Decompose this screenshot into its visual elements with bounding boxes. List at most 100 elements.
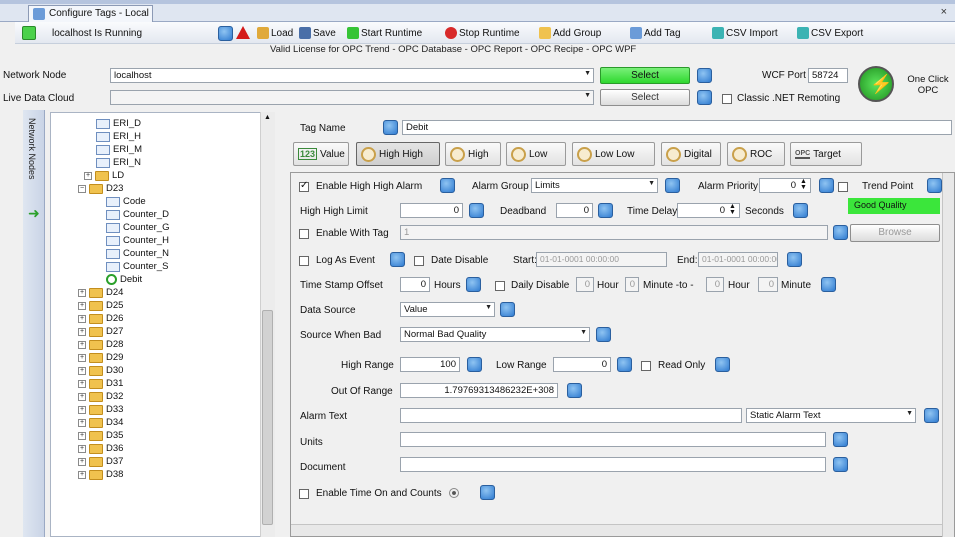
help-icon[interactable]: [469, 203, 484, 218]
tree-item[interactable]: + D33: [78, 404, 123, 415]
spin-icon[interactable]: ▲ ▼: [729, 203, 736, 216]
tree-item-selected[interactable]: Debit: [106, 274, 142, 285]
tab-target[interactable]: OPC Target: [790, 142, 862, 166]
expand-icon[interactable]: +: [78, 288, 86, 297]
time-on-radio[interactable]: [449, 488, 459, 498]
classic-remoting-checkbox[interactable]: [722, 94, 732, 104]
tree-item[interactable]: + D24: [78, 287, 123, 298]
add-group-button[interactable]: Add Group: [537, 25, 603, 41]
panel-vertical-scrollbar[interactable]: [942, 173, 954, 537]
tab-high-high[interactable]: High High: [356, 142, 440, 166]
read-only-checkbox[interactable]: [641, 361, 651, 371]
help-icon[interactable]: [500, 302, 515, 317]
help-icon[interactable]: [833, 457, 848, 472]
help-icon[interactable]: [697, 68, 712, 83]
tree-item[interactable]: ERI_D: [96, 118, 141, 129]
tag-name-input[interactable]: Debit: [402, 120, 952, 135]
tree-item[interactable]: Counter_H: [106, 235, 169, 246]
help-icon[interactable]: [833, 432, 848, 447]
load-button[interactable]: Load: [255, 25, 295, 41]
expand-icon[interactable]: +: [78, 405, 86, 414]
expand-icon[interactable]: +: [78, 418, 86, 427]
data-source-select[interactable]: Value: [400, 302, 495, 317]
tree-item[interactable]: Counter_G: [106, 222, 169, 233]
add-tag-button[interactable]: Add Tag: [628, 25, 683, 41]
help-icon[interactable]: [793, 203, 808, 218]
help-icon[interactable]: [567, 383, 582, 398]
help-icon[interactable]: [821, 277, 836, 292]
tree-item[interactable]: + LD: [84, 170, 124, 181]
hh-limit-input[interactable]: 0: [400, 203, 463, 218]
tree-item[interactable]: Counter_D: [106, 209, 169, 220]
document-input[interactable]: [400, 457, 826, 472]
date-disable-checkbox[interactable]: [414, 256, 424, 266]
tree-item[interactable]: − D23: [78, 183, 123, 194]
log-as-event-checkbox[interactable]: [299, 256, 309, 266]
enable-with-tag-input[interactable]: 1: [400, 225, 828, 240]
tree-item[interactable]: Counter_N: [106, 248, 169, 259]
tree-item[interactable]: + D31: [78, 378, 123, 389]
enable-hh-alarm-checkbox[interactable]: [299, 180, 309, 192]
live-data-cloud-select[interactable]: [110, 90, 594, 105]
help-icon[interactable]: [466, 277, 481, 292]
help-icon[interactable]: [218, 26, 233, 41]
tree-item[interactable]: + D38: [78, 469, 123, 480]
tab-digital[interactable]: Digital: [661, 142, 721, 166]
arrow-icon[interactable]: ➜: [28, 205, 40, 222]
tree-item[interactable]: Code: [106, 196, 146, 207]
low-range-input[interactable]: 0: [553, 357, 611, 372]
start-runtime-button[interactable]: Start Runtime: [345, 25, 424, 41]
daily-disable-checkbox[interactable]: [495, 281, 505, 291]
help-icon[interactable]: [617, 357, 632, 372]
alarm-group-select[interactable]: Limits: [531, 178, 658, 193]
tree-item[interactable]: + D26: [78, 313, 123, 324]
tab-low[interactable]: Low: [506, 142, 566, 166]
one-click-opc-icon[interactable]: ⚡: [858, 66, 894, 102]
tree-item[interactable]: + D36: [78, 443, 123, 454]
dd-minute-from-input[interactable]: 0: [625, 277, 639, 292]
end-date-input[interactable]: 01-01-0001 00:00:00: [698, 252, 778, 267]
deadband-input[interactable]: 0: [556, 203, 593, 218]
enable-time-on-checkbox[interactable]: [299, 489, 309, 499]
help-icon[interactable]: [715, 357, 730, 372]
tab-low-low[interactable]: Low Low: [572, 142, 655, 166]
help-icon[interactable]: [480, 485, 495, 500]
tree-item[interactable]: ERI_H: [96, 131, 141, 142]
help-icon[interactable]: [390, 252, 405, 267]
tree-item[interactable]: + D34: [78, 417, 123, 428]
expand-icon[interactable]: +: [78, 457, 86, 466]
alarm-text-mode-select[interactable]: Static Alarm Text: [746, 408, 916, 423]
help-icon[interactable]: [467, 357, 482, 372]
save-button[interactable]: Save: [297, 25, 338, 41]
browse-button[interactable]: Browse: [850, 224, 940, 242]
expand-icon[interactable]: +: [78, 314, 86, 323]
expand-icon[interactable]: +: [78, 444, 86, 453]
expand-icon[interactable]: +: [78, 470, 86, 479]
expand-icon[interactable]: +: [78, 340, 86, 349]
expand-icon[interactable]: +: [78, 353, 86, 362]
network-select-button[interactable]: Select: [600, 67, 690, 84]
tab-configure-tags[interactable]: Configure Tags - Local: [28, 5, 153, 22]
tree-item[interactable]: + D27: [78, 326, 123, 337]
help-icon[interactable]: [819, 178, 834, 193]
dd-hour-from-input[interactable]: 0: [576, 277, 594, 292]
expand-icon[interactable]: +: [78, 392, 86, 401]
csv-import-button[interactable]: CSV Import: [710, 25, 780, 41]
dd-minute-to-input[interactable]: 0: [758, 277, 778, 292]
high-range-input[interactable]: 100: [400, 357, 460, 372]
tree-item[interactable]: ERI_M: [96, 144, 142, 155]
tree-item[interactable]: + D29: [78, 352, 123, 363]
tree-item[interactable]: Counter_S: [106, 261, 168, 272]
expand-icon[interactable]: +: [78, 379, 86, 388]
dd-hour-to-input[interactable]: 0: [706, 277, 724, 292]
wcf-port-input[interactable]: 58724: [808, 68, 848, 83]
close-icon[interactable]: ×: [941, 6, 947, 18]
expand-icon[interactable]: +: [78, 431, 86, 440]
out-of-range-input[interactable]: 1.79769313486232E+308: [400, 383, 558, 398]
help-icon[interactable]: [598, 203, 613, 218]
tree-item[interactable]: + D32: [78, 391, 123, 402]
tree-item[interactable]: + D35: [78, 430, 123, 441]
expand-icon[interactable]: +: [78, 366, 86, 375]
tab-roc[interactable]: ROC: [727, 142, 785, 166]
tree-item[interactable]: + D30: [78, 365, 123, 376]
